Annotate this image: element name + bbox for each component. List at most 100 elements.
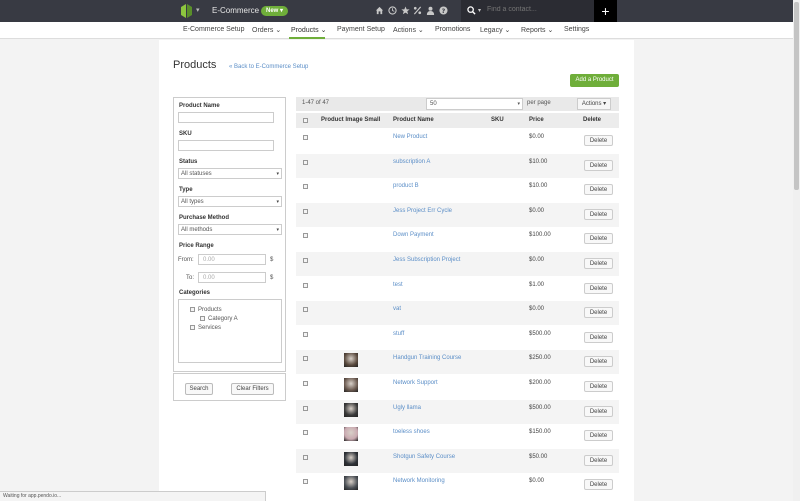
product-name-link[interactable]: stuff (393, 331, 404, 337)
col-product-name[interactable]: Product Name (393, 117, 434, 123)
table-row: Shotgun Safety Course $50.00 Delete (296, 448, 619, 473)
product-price: $500.00 (529, 404, 551, 411)
delete-button[interactable]: Delete (584, 454, 613, 466)
nav-reports[interactable]: Reports ⌄ (521, 26, 553, 34)
row-checkbox[interactable] (303, 258, 308, 263)
nav-legacy[interactable]: Legacy ⌄ (480, 26, 510, 34)
select-all-checkbox[interactable] (303, 118, 308, 123)
product-name-link[interactable]: subscription A (393, 159, 430, 165)
nav-payment-setup[interactable]: Payment Setup (337, 26, 385, 33)
status-select[interactable]: All statuses ▾ (178, 168, 282, 179)
product-name-link[interactable]: Network Support (393, 380, 438, 386)
row-checkbox[interactable] (303, 282, 308, 288)
delete-button[interactable]: Delete (584, 405, 613, 417)
nav-ecommerce-setup[interactable]: E-Commerce Setup (183, 26, 244, 33)
col-sku[interactable]: SKU (491, 117, 504, 123)
category-a[interactable]: Category A (200, 316, 238, 322)
row-checkbox[interactable] (303, 454, 308, 460)
product-name-link[interactable]: product B (393, 183, 419, 189)
category-products[interactable]: Products (190, 307, 222, 313)
back-to-setup-link[interactable]: « Back to E-Commerce Setup (229, 64, 308, 70)
row-checkbox[interactable] (303, 307, 308, 313)
logo-caret-icon[interactable]: ▾ (196, 6, 200, 14)
star-icon[interactable] (401, 6, 410, 15)
search-button[interactable]: Search (185, 383, 213, 395)
sku-input[interactable] (178, 140, 274, 151)
purchase-method-select[interactable]: All methods ▾ (178, 224, 282, 235)
product-name-link[interactable]: toeless shoes (393, 429, 430, 435)
product-name-link[interactable]: Ugly llama (393, 405, 421, 411)
delete-button[interactable]: Delete (584, 307, 613, 319)
checkbox[interactable] (200, 316, 205, 321)
product-name-link[interactable]: Down Payment (393, 232, 434, 238)
nav-settings[interactable]: Settings (564, 26, 589, 33)
type-label: Type (179, 187, 193, 193)
row-checkbox[interactable] (303, 159, 308, 165)
delete-button[interactable]: Delete (584, 135, 613, 146)
add-product-button[interactable]: Add a Product (570, 74, 619, 87)
quick-add-button[interactable]: + (594, 0, 617, 22)
delete-button[interactable]: Delete (584, 430, 613, 442)
product-name-link[interactable]: vat (393, 306, 401, 312)
row-checkbox[interactable] (303, 430, 308, 436)
delete-button[interactable]: Delete (584, 208, 613, 220)
checkbox[interactable] (190, 307, 195, 312)
clock-icon[interactable] (388, 6, 397, 15)
chevron-down-icon: ▾ (276, 171, 279, 177)
help-icon[interactable]: ? (439, 6, 448, 15)
col-price[interactable]: Price (529, 117, 544, 123)
search-caret-icon[interactable]: ▾ (478, 7, 481, 14)
type-select[interactable]: All types ▾ (178, 196, 282, 207)
delete-button[interactable]: Delete (584, 184, 613, 196)
checkbox[interactable] (190, 325, 195, 330)
product-name-link[interactable]: Handgun Training Course (393, 355, 461, 361)
status-select-value: All statuses (181, 171, 212, 177)
nav-orders[interactable]: Orders ⌄ (252, 26, 281, 34)
product-price: $0.00 (529, 306, 545, 313)
user-icon[interactable] (426, 6, 435, 15)
per-page-select[interactable]: 50 ▾ (426, 98, 523, 110)
product-name-link[interactable]: Shotgun Safety Course (393, 454, 455, 460)
nav-actions[interactable]: Actions ⌄ (393, 26, 424, 34)
delete-button[interactable]: Delete (584, 258, 613, 269)
home-icon[interactable] (375, 6, 384, 15)
delete-button[interactable]: Delete (584, 356, 613, 368)
delete-button[interactable]: Delete (584, 331, 613, 343)
clear-filters-button[interactable]: Clear Filters (231, 383, 274, 395)
price-to-input[interactable]: 0.00 (198, 272, 266, 283)
row-checkbox[interactable] (303, 356, 308, 362)
row-checkbox[interactable] (303, 331, 308, 337)
price-from-input[interactable]: 0.00 (198, 254, 266, 265)
product-name-link[interactable]: Jess Project Err Cycle (393, 208, 452, 214)
delete-button[interactable]: Delete (584, 159, 613, 171)
product-name-link[interactable]: Jess Subscription Project (393, 257, 460, 263)
row-checkbox[interactable] (303, 381, 308, 386)
category-services[interactable]: Services (190, 325, 221, 331)
row-checkbox[interactable] (303, 135, 308, 140)
delete-button[interactable]: Delete (584, 381, 613, 392)
percent-icon[interactable] (413, 6, 422, 15)
new-button[interactable]: New ▾ (261, 6, 289, 16)
product-name-input[interactable] (178, 112, 274, 123)
nav-products[interactable]: Products ⌄ (291, 26, 326, 34)
contact-search-input[interactable] (487, 6, 587, 13)
scrollbar-thumb[interactable] (794, 2, 799, 190)
row-checkbox[interactable] (303, 184, 308, 190)
delete-button[interactable]: Delete (584, 282, 613, 294)
row-checkbox[interactable] (303, 479, 308, 485)
search-icon[interactable] (467, 6, 476, 15)
product-name-link[interactable]: Network Monitoring (393, 478, 445, 484)
product-name-link[interactable]: test (393, 282, 403, 288)
page-scrollbar[interactable] (793, 0, 800, 501)
delete-button[interactable]: Delete (584, 233, 613, 245)
nav-promotions[interactable]: Promotions (435, 26, 470, 33)
row-checkbox[interactable] (303, 405, 308, 411)
product-name-link[interactable]: New Product (393, 134, 427, 140)
row-checkbox[interactable] (303, 208, 308, 214)
bulk-actions-button[interactable]: Actions ▾ (577, 98, 611, 110)
delete-button[interactable]: Delete (584, 479, 613, 491)
row-checkbox[interactable] (303, 233, 308, 239)
product-thumbnail (344, 378, 358, 392)
categories-tree: Products Category A Services (178, 299, 282, 363)
infusionsoft-logo-icon[interactable] (181, 4, 192, 18)
